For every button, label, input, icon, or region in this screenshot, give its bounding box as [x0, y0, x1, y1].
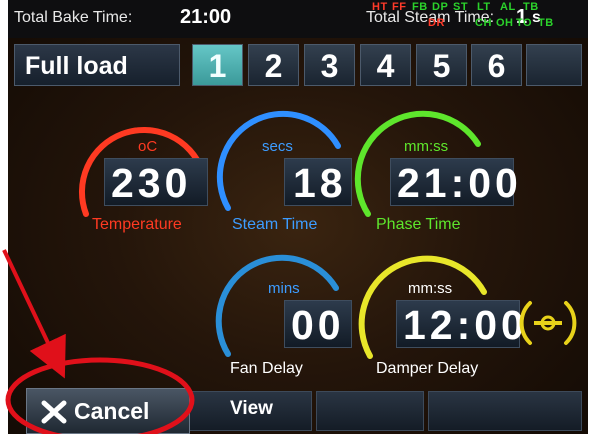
close-x-icon	[41, 400, 67, 424]
flag-ff: FF	[392, 1, 407, 13]
phase-time-gauge[interactable]: mm:ss 21:00 Phase Time	[354, 110, 520, 248]
flag-dr: DR	[428, 17, 445, 29]
temperature-value: 230	[111, 160, 192, 206]
flag-ch: CH	[475, 17, 492, 29]
flag-to: TO	[516, 17, 533, 29]
damper-delay-value: 12:00	[403, 302, 528, 348]
flag-al: AL	[500, 1, 516, 13]
flag-st: ST	[453, 1, 469, 13]
steam-time-value: 18	[293, 160, 347, 206]
total-bake-time-value: 21:00	[180, 6, 232, 28]
flag-tb-2: TB	[538, 17, 554, 29]
temperature-unit: oC	[138, 138, 158, 155]
steam-time-display[interactable]: 18	[284, 158, 352, 206]
fan-delay-display[interactable]: 00	[284, 300, 352, 348]
damper-delay-label: Damper Delay	[376, 360, 479, 377]
flag-oh: OH	[496, 17, 514, 29]
phase-tab-4[interactable]: 4	[360, 44, 411, 86]
temperature-display[interactable]: 230	[104, 158, 208, 206]
temperature-gauge[interactable]: oC 230 Temperature	[72, 118, 222, 248]
total-bake-time-label: Total Bake Time:	[14, 9, 133, 26]
damper-delay-display[interactable]: 12:00	[396, 300, 524, 348]
phase-tab-5[interactable]: 5	[416, 44, 467, 86]
cancel-button[interactable]: Cancel	[26, 388, 190, 434]
flag-ht: HT	[372, 1, 388, 13]
phase-tab-1[interactable]: 1	[192, 44, 243, 86]
steam-time-unit: secs	[262, 138, 293, 155]
phase-time-label: Phase Time	[376, 216, 461, 233]
oven-control-screen: Total Bake Time: 21:00 Total Steam Time:…	[8, 0, 588, 434]
phase-tab-3[interactable]: 3	[304, 44, 355, 86]
damper-valve-icon[interactable]	[516, 291, 580, 355]
fan-delay-gauge[interactable]: mins 00 Fan Delay	[215, 254, 352, 387]
fan-delay-label: Fan Delay	[230, 360, 303, 377]
program-title: Full load	[25, 52, 128, 80]
flag-tb: TB	[523, 1, 539, 13]
phase-tab-empty	[526, 44, 582, 86]
temperature-label: Temperature	[92, 216, 182, 233]
fan-delay-unit: mins	[268, 280, 300, 297]
cancel-label: Cancel	[74, 398, 150, 424]
damper-delay-gauge[interactable]: mm:ss 12:00 Damper Delay	[358, 255, 524, 387]
bottom-tab-4[interactable]	[428, 391, 582, 431]
phase-time-value: 21:00	[397, 160, 522, 206]
program-row: Full load 1 2 3 4 5 6	[8, 38, 588, 92]
program-title-button[interactable]: Full load	[14, 44, 180, 86]
fan-delay-value: 00	[291, 302, 345, 348]
phase-tab-2[interactable]: 2	[248, 44, 299, 86]
status-bar: Total Bake Time: 21:00 Total Steam Time:…	[8, 0, 588, 38]
view-label: View	[230, 398, 273, 419]
damper-delay-unit: mm:ss	[408, 280, 453, 297]
flag-dp: DP	[432, 1, 449, 13]
phase-time-display[interactable]: 21:00	[390, 158, 518, 206]
steam-time-gauge[interactable]: secs 18 Steam Time	[216, 110, 352, 248]
steam-time-label: Steam Time	[232, 216, 318, 233]
flag-lt: LT	[477, 1, 491, 13]
flag-fb: FB	[412, 1, 428, 13]
bottom-tab-3[interactable]	[316, 391, 424, 431]
phase-time-unit: mm:ss	[404, 138, 449, 155]
phase-tab-6[interactable]: 6	[471, 44, 522, 86]
